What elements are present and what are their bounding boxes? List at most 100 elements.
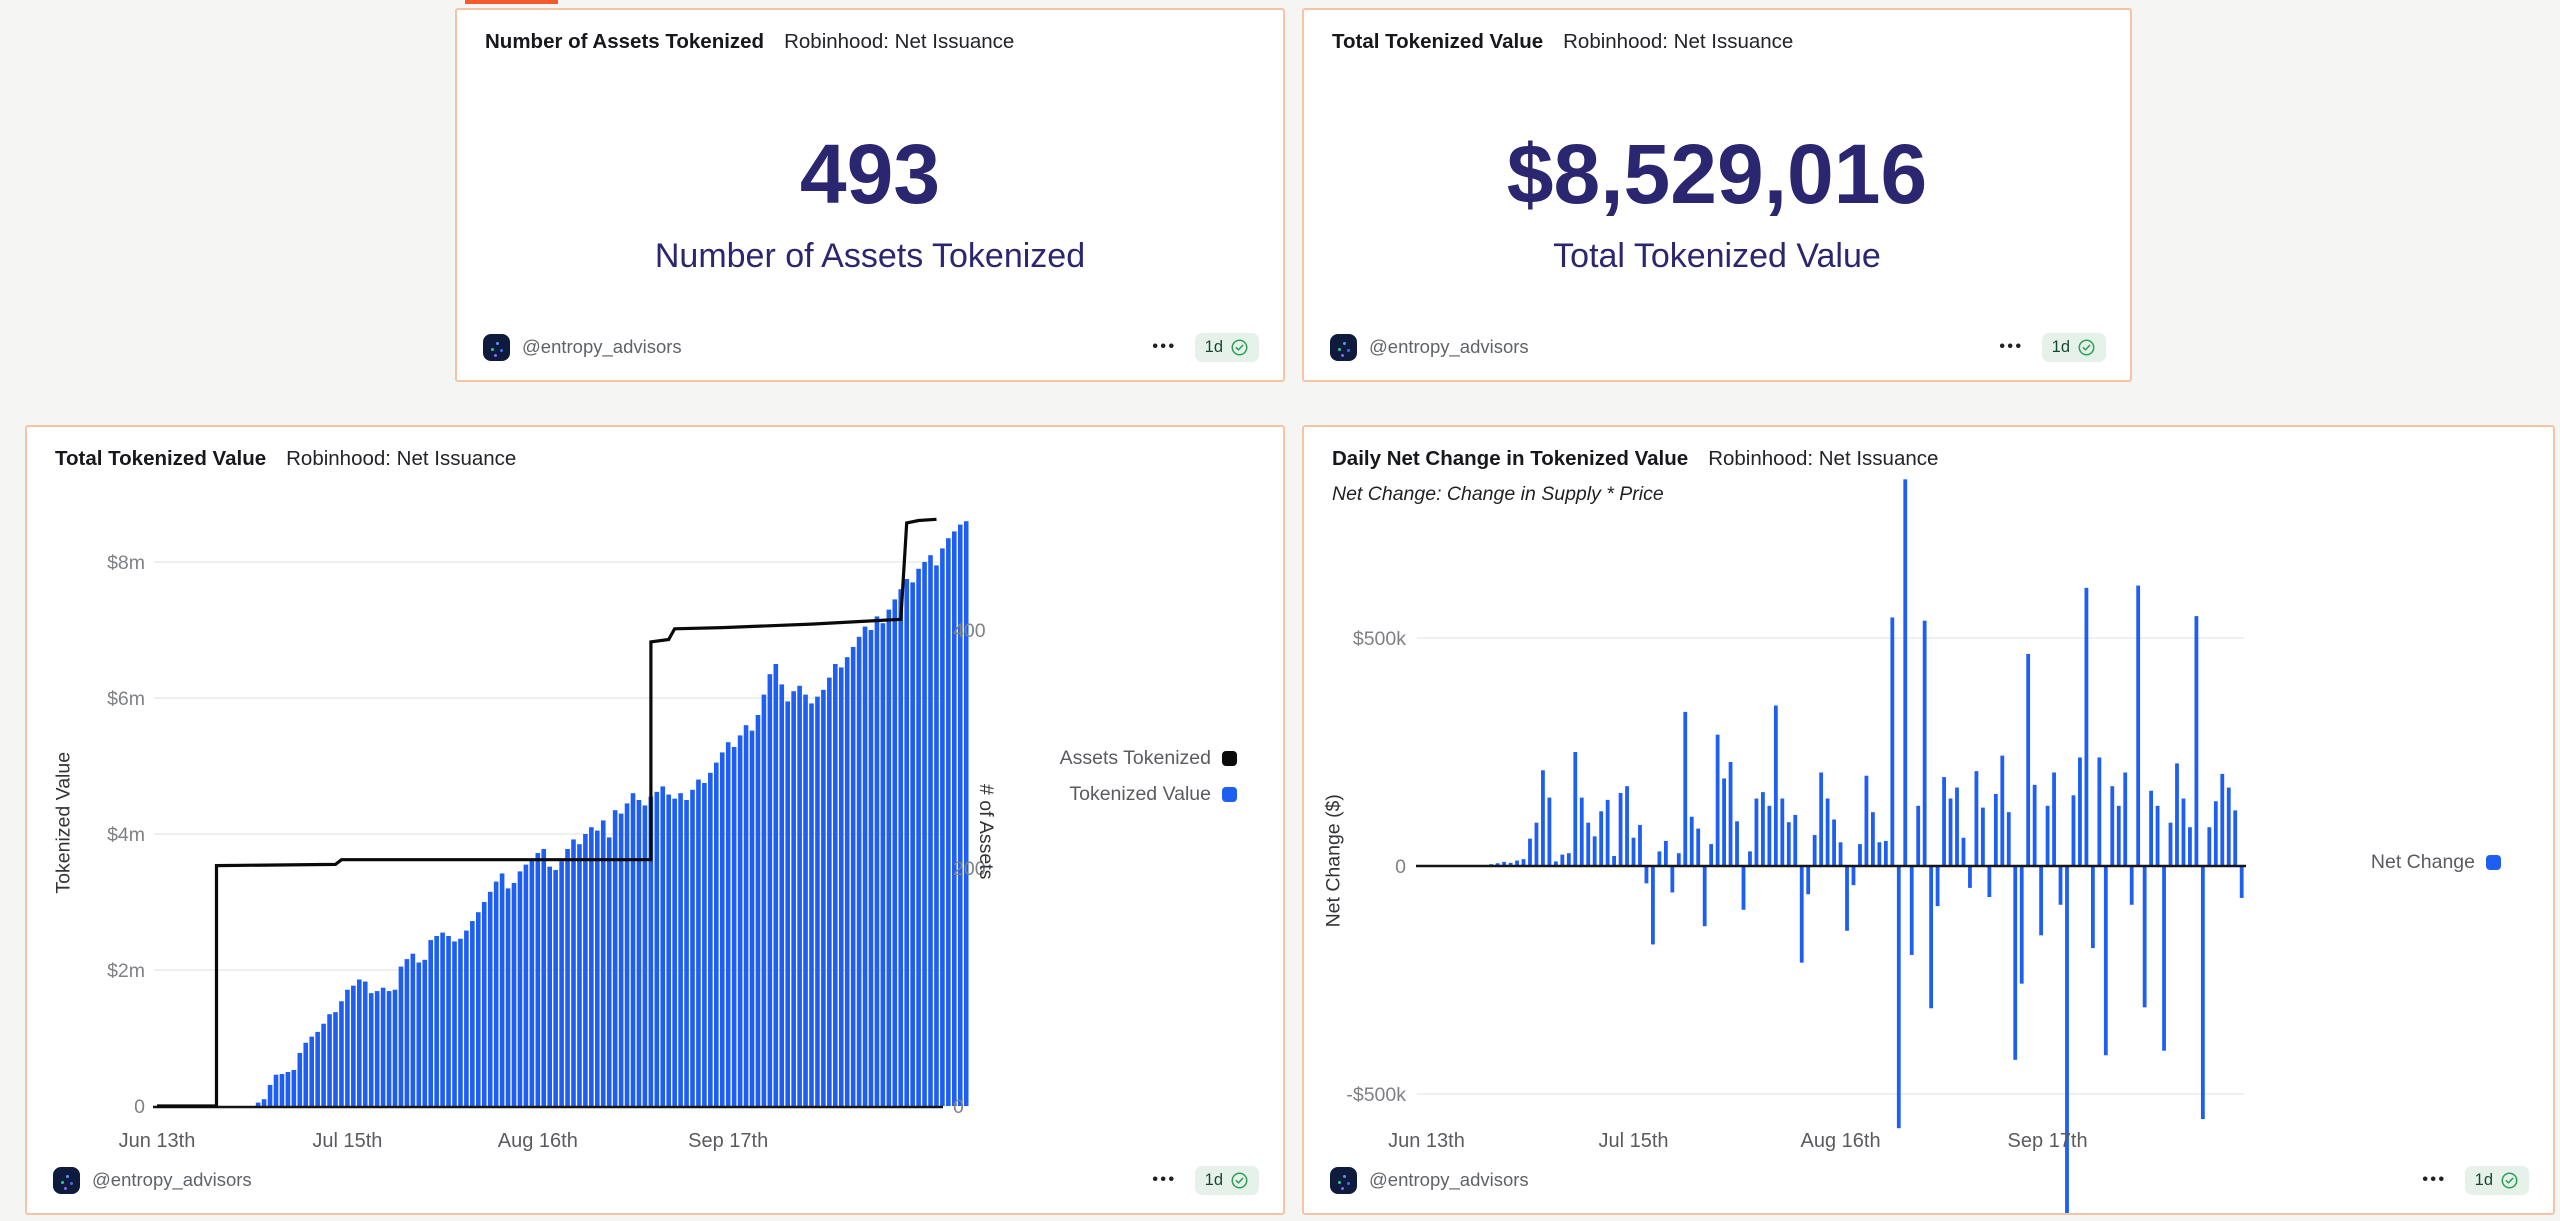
tokenized-value-bar[interactable] (756, 715, 761, 1106)
tokenized-value-bar[interactable] (422, 960, 427, 1106)
tokenized-value-bar[interactable] (601, 820, 606, 1106)
tokenized-value-bar[interactable] (553, 870, 558, 1106)
tokenized-value-bar[interactable] (916, 569, 921, 1106)
net-change-bar[interactable] (1735, 821, 1739, 866)
tokenized-value-bar[interactable] (524, 865, 529, 1106)
tokenized-value-bar[interactable] (286, 1072, 291, 1106)
net-change-bar[interactable] (2149, 791, 2153, 866)
tokenized-value-bar[interactable] (405, 959, 410, 1106)
tokenized-value-bar[interactable] (720, 752, 725, 1106)
net-change-bar[interactable] (2156, 806, 2160, 866)
net-change-bar[interactable] (1793, 815, 1797, 866)
net-change-bar[interactable] (1910, 866, 1914, 955)
tokenized-value-bar[interactable] (381, 988, 386, 1106)
net-change-bar[interactable] (1994, 794, 1998, 866)
tokenized-value-bar[interactable] (339, 1001, 344, 1106)
net-change-bar[interactable] (1949, 799, 1953, 866)
tokenized-value-bar[interactable] (827, 678, 832, 1106)
net-change-bar[interactable] (1852, 866, 1856, 885)
more-menu-icon[interactable]: ••• (2422, 1171, 2446, 1189)
net-change-bar[interactable] (2220, 774, 2224, 866)
net-change-bar[interactable] (2065, 866, 2069, 1213)
net-change-bar[interactable] (2046, 806, 2050, 866)
avatar[interactable] (1330, 1167, 1357, 1194)
net-change-bar[interactable] (1703, 866, 1707, 926)
tokenized-value-bar[interactable] (821, 690, 826, 1106)
net-change-bar[interactable] (1761, 792, 1765, 866)
net-change-bar[interactable] (2033, 785, 2037, 866)
net-change-bar[interactable] (1742, 866, 1746, 910)
tokenized-value-bar[interactable] (428, 940, 433, 1106)
tokenized-value-bar[interactable] (779, 684, 784, 1106)
source-link[interactable]: @entropy_advisors (483, 334, 682, 361)
net-change-bar[interactable] (2000, 756, 2004, 866)
net-change-bar[interactable] (1683, 712, 1687, 866)
net-change-bar[interactable] (1580, 798, 1584, 866)
tokenized-value-bar[interactable] (762, 695, 767, 1106)
net-change-bar[interactable] (2097, 757, 2101, 866)
tokenized-value-bar[interactable] (256, 1103, 261, 1106)
net-change-bar[interactable] (1638, 825, 1642, 866)
net-change-bar[interactable] (1625, 786, 1629, 866)
tokenized-value-bar[interactable] (869, 630, 874, 1106)
tokenized-value-bar[interactable] (417, 963, 422, 1106)
net-change-bar[interactable] (1858, 844, 1862, 866)
net-change-bar[interactable] (2175, 763, 2179, 866)
tokenized-value-bar[interactable] (446, 936, 451, 1106)
net-change-bar[interactable] (1975, 771, 1979, 866)
net-change-bar[interactable] (2039, 866, 2043, 935)
tokenized-value-bar[interactable] (321, 1024, 326, 1106)
freshness-badge[interactable]: 1d (1195, 1166, 1259, 1195)
tokenized-value-bar[interactable] (934, 565, 939, 1106)
tokenized-value-bar[interactable] (518, 871, 523, 1106)
net-change-bar[interactable] (2136, 586, 2140, 866)
net-change-bar[interactable] (1916, 806, 1920, 866)
net-change-bar[interactable] (1612, 856, 1616, 866)
tokenized-value-bar[interactable] (393, 990, 398, 1106)
tokenized-value-bar[interactable] (708, 773, 713, 1106)
net-change-bar[interactable] (2052, 773, 2056, 866)
net-change-bar[interactable] (1962, 838, 1966, 866)
tokenized-value-bar[interactable] (898, 589, 903, 1106)
tokenized-value-bar[interactable] (375, 991, 380, 1106)
legend-item-tokenized-value[interactable]: Tokenized Value (1069, 783, 1237, 806)
net-change-bar[interactable] (1651, 866, 1655, 944)
tokenized-value-bar[interactable] (714, 763, 719, 1106)
avatar[interactable] (483, 334, 510, 361)
net-change-bar[interactable] (2026, 654, 2030, 866)
tokenized-value-bar[interactable] (619, 814, 624, 1106)
tokenized-value-bar[interactable] (839, 667, 844, 1106)
net-change-bar[interactable] (1541, 770, 1545, 866)
net-change-bar[interactable] (2169, 823, 2173, 866)
tokenized-value-bar[interactable] (482, 902, 487, 1106)
net-change-bar[interactable] (1787, 822, 1791, 866)
tokenized-value-bar[interactable] (434, 936, 439, 1106)
tokenized-value-bar[interactable] (440, 933, 445, 1106)
tokenized-value-bar[interactable] (791, 691, 796, 1106)
tokenized-value-bar[interactable] (458, 939, 463, 1106)
tokenized-value-bar[interactable] (351, 986, 356, 1106)
tokenized-value-bar[interactable] (893, 599, 898, 1106)
tokenized-value-bar[interactable] (928, 555, 933, 1106)
tokenized-value-bar[interactable] (857, 637, 862, 1106)
tokenized-value-bar[interactable] (369, 993, 374, 1106)
net-change-bar[interactable] (1981, 808, 1985, 866)
tokenized-value-bar[interactable] (530, 860, 535, 1106)
net-change-bar[interactable] (1923, 621, 1927, 866)
net-change-bar[interactable] (1987, 866, 1991, 897)
tokenized-value-chart[interactable]: 0$2m$4m$6m$8m0200400Jun 13thJul 15thAug … (27, 427, 1283, 1213)
net-change-bar[interactable] (1877, 842, 1881, 866)
tokenized-value-bar[interactable] (589, 827, 594, 1106)
net-change-bar[interactable] (1819, 773, 1823, 866)
tokenized-value-bar[interactable] (738, 735, 743, 1106)
tokenized-value-bar[interactable] (643, 805, 648, 1106)
net-change-bar[interactable] (2182, 799, 2186, 866)
net-change-bar[interactable] (1813, 835, 1817, 866)
net-change-bar[interactable] (1573, 752, 1577, 866)
tokenized-value-bar[interactable] (631, 793, 636, 1106)
tokenized-value-bar[interactable] (559, 861, 564, 1106)
net-change-bar[interactable] (2072, 795, 2076, 866)
net-change-bar[interactable] (2104, 866, 2108, 1055)
tokenized-value-bar[interactable] (833, 664, 838, 1106)
source-link[interactable]: @entropy_advisors (53, 1167, 252, 1194)
